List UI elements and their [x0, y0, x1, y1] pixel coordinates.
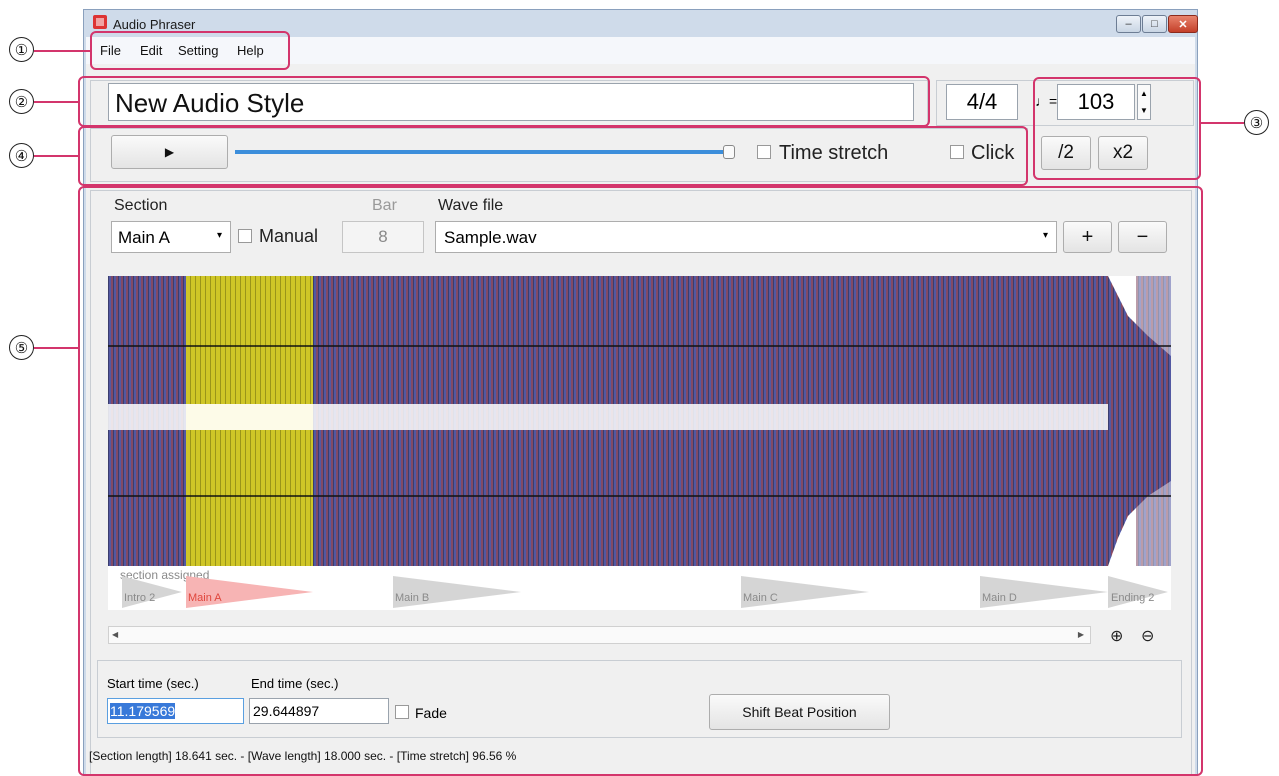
- leader-4: [34, 155, 78, 157]
- maximize-icon: □: [1151, 18, 1158, 30]
- highlight-style-name: [78, 76, 930, 127]
- highlight-menu: [90, 31, 290, 70]
- callout-3: ③: [1244, 110, 1269, 135]
- highlight-transport: [78, 126, 1028, 186]
- close-button[interactable]: ✕: [1168, 15, 1198, 33]
- highlight-section-panel: [78, 186, 1203, 776]
- window-title: Audio Phraser: [113, 17, 196, 32]
- leader-5: [34, 347, 78, 349]
- callout-1: ①: [9, 37, 34, 62]
- minimize-button[interactable]: –: [1116, 15, 1141, 33]
- callout-5: ⑤: [9, 335, 34, 360]
- close-icon: ✕: [1178, 18, 1188, 31]
- callout-4: ④: [9, 143, 34, 168]
- callout-2: ②: [9, 89, 34, 114]
- time-signature-field[interactable]: 4/4: [946, 84, 1018, 120]
- highlight-tempo: [1033, 77, 1201, 180]
- maximize-button[interactable]: □: [1142, 15, 1167, 33]
- leader-2: [34, 101, 78, 103]
- leader-3: [1201, 122, 1244, 124]
- app-icon: [93, 15, 107, 29]
- minimize-icon: –: [1125, 18, 1132, 30]
- leader-1: [34, 50, 90, 52]
